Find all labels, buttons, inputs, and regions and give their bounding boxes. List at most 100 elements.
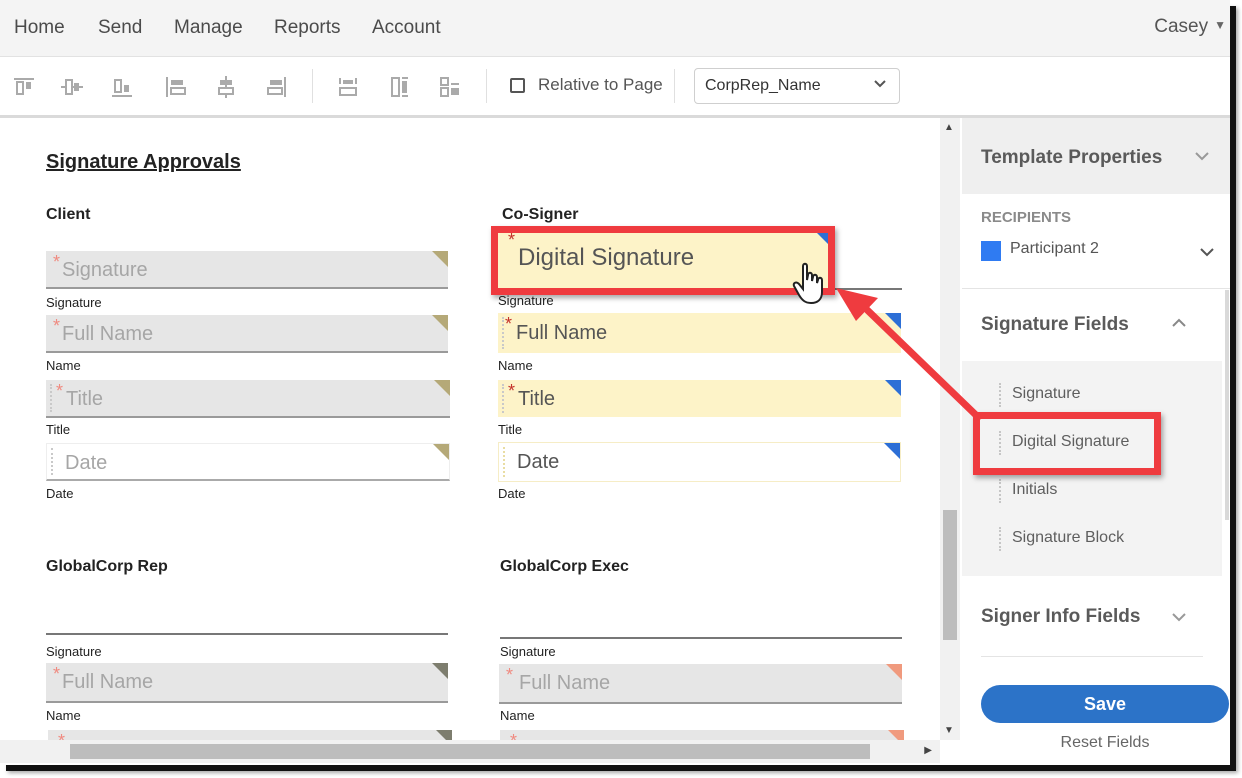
- signer-info-fields-header[interactable]: Signer Info Fields: [962, 588, 1222, 648]
- required-marker: *: [508, 381, 516, 401]
- exec-title-field[interactable]: *: [500, 730, 904, 740]
- alignment-toolbar: Relative to Page CorpRep_Name: [0, 57, 1230, 118]
- field-label: Signature: [498, 293, 554, 308]
- field-type-label: Digital Signature: [1012, 433, 1130, 450]
- match-height-icon[interactable]: [388, 75, 412, 99]
- match-size-icon[interactable]: [438, 75, 462, 99]
- nav-send[interactable]: Send: [98, 17, 142, 39]
- top-nav: Home Send Manage Reports Account Casey ▼: [0, 0, 1230, 57]
- panel-scrollbar[interactable]: [1225, 290, 1229, 520]
- template-properties-title: Template Properties: [981, 147, 1163, 168]
- nav-manage[interactable]: Manage: [174, 17, 243, 39]
- field-label: Date: [46, 486, 74, 501]
- toolbar-divider: [674, 69, 675, 103]
- relative-to-page-checkbox[interactable]: Relative to Page: [510, 75, 663, 95]
- drag-handle[interactable]: [502, 384, 504, 413]
- field-label: Signature: [46, 295, 102, 310]
- align-bottom-icon[interactable]: [110, 75, 134, 99]
- field-placeholder: Digital Signature: [518, 244, 695, 271]
- client-date-field[interactable]: Date: [46, 443, 450, 481]
- user-menu[interactable]: Casey ▼: [1154, 16, 1226, 38]
- client-title-field[interactable]: * Title: [46, 380, 450, 418]
- nav-reports[interactable]: Reports: [274, 17, 341, 39]
- reset-fields-link[interactable]: Reset Fields: [981, 734, 1229, 752]
- client-name-field[interactable]: * Full Name: [46, 315, 448, 353]
- field-marker-icon: [436, 730, 452, 740]
- cosigner-title-field[interactable]: * Title: [498, 380, 901, 417]
- field-placeholder: Full Name: [62, 323, 154, 345]
- template-properties-header[interactable]: Template Properties: [962, 118, 1230, 194]
- field-label: Name: [498, 358, 533, 373]
- recipient-select[interactable]: Participant 2: [981, 238, 1216, 262]
- document-vertical-scrollbar[interactable]: ▲ ▼: [940, 118, 960, 740]
- rep-name-field[interactable]: * Full Name: [46, 663, 448, 703]
- drag-handle: [999, 383, 1001, 407]
- save-button[interactable]: Save: [981, 685, 1229, 723]
- scroll-right-icon[interactable]: ▶: [924, 745, 932, 756]
- required-marker: *: [53, 664, 61, 684]
- field-marker-icon: [432, 663, 448, 679]
- required-marker: *: [53, 252, 61, 272]
- required-marker: *: [53, 316, 61, 336]
- drag-handle[interactable]: [503, 447, 505, 477]
- field-marker-icon: [888, 730, 904, 740]
- field-placeholder: Full Name: [519, 672, 611, 694]
- section-title-client: Client: [46, 206, 91, 223]
- required-marker: *: [56, 381, 64, 401]
- properties-panel: Template Properties RECIPIENTS Participa…: [962, 118, 1230, 765]
- chevron-up-icon: [1172, 318, 1186, 327]
- scroll-thumb[interactable]: [943, 510, 957, 640]
- signature-line: [500, 637, 902, 639]
- document-horizontal-scrollbar[interactable]: ▶: [0, 740, 940, 763]
- field-label: Signature: [500, 644, 556, 659]
- align-center-icon[interactable]: [214, 75, 238, 99]
- required-marker: *: [510, 731, 517, 740]
- chevron-down-icon: [1200, 248, 1214, 257]
- signature-fields-header[interactable]: Signature Fields: [962, 290, 1222, 360]
- exec-name-field[interactable]: * Full Name: [499, 664, 902, 704]
- section-title-cosigner: Co-Signer: [502, 206, 579, 223]
- field-name-select[interactable]: CorpRep_Name: [694, 68, 900, 104]
- field-placeholder: Title: [66, 388, 104, 410]
- field-marker-icon: [433, 444, 449, 460]
- field-name-value: CorpRep_Name: [705, 77, 821, 94]
- drag-handle: [999, 527, 1001, 551]
- client-signature-field[interactable]: * Signature: [46, 251, 448, 289]
- align-middle-icon[interactable]: [60, 75, 84, 99]
- field-label: Title: [46, 422, 71, 437]
- checkbox-icon: [510, 77, 525, 93]
- drag-handle[interactable]: [51, 448, 53, 475]
- align-right-icon[interactable]: [264, 75, 288, 99]
- drag-handle: [999, 479, 1001, 503]
- field-placeholder: Full Name: [62, 671, 154, 693]
- cosigner-name-field[interactable]: * Full Name: [498, 313, 901, 353]
- field-type-label: Initials: [1012, 481, 1058, 498]
- cosigner-digital-signature-field[interactable]: * Digital Signature: [498, 230, 828, 288]
- signature-fields-title: Signature Fields: [981, 314, 1129, 335]
- scroll-thumb[interactable]: [70, 744, 870, 759]
- toolbar-divider: [312, 69, 313, 103]
- required-marker: *: [508, 230, 516, 250]
- align-top-icon[interactable]: [12, 75, 36, 99]
- nav-home[interactable]: Home: [14, 17, 65, 39]
- scroll-down-icon[interactable]: ▼: [944, 725, 954, 736]
- scroll-up-icon[interactable]: ▲: [944, 122, 954, 133]
- field-marker-icon: [432, 315, 448, 331]
- field-type-label: Signature: [1012, 385, 1081, 402]
- nav-account[interactable]: Account: [372, 17, 441, 39]
- align-left-icon[interactable]: [164, 75, 188, 99]
- field-placeholder: Signature: [62, 259, 148, 281]
- relative-to-page-label: Relative to Page: [538, 75, 663, 94]
- field-label: Title: [498, 422, 523, 437]
- drag-handle[interactable]: [50, 384, 52, 412]
- signature-line: [828, 288, 902, 290]
- field-marker-icon: [884, 443, 900, 459]
- cosigner-date-field[interactable]: Date: [498, 442, 901, 482]
- match-width-icon[interactable]: [336, 75, 360, 99]
- signer-info-fields-title: Signer Info Fields: [981, 606, 1141, 627]
- drag-handle[interactable]: [502, 317, 504, 349]
- field-type-label: Signature Block: [1012, 529, 1125, 546]
- chevron-down-icon: [1195, 152, 1209, 161]
- rep-title-field[interactable]: *: [48, 730, 452, 740]
- chevron-down-icon: [1172, 613, 1186, 622]
